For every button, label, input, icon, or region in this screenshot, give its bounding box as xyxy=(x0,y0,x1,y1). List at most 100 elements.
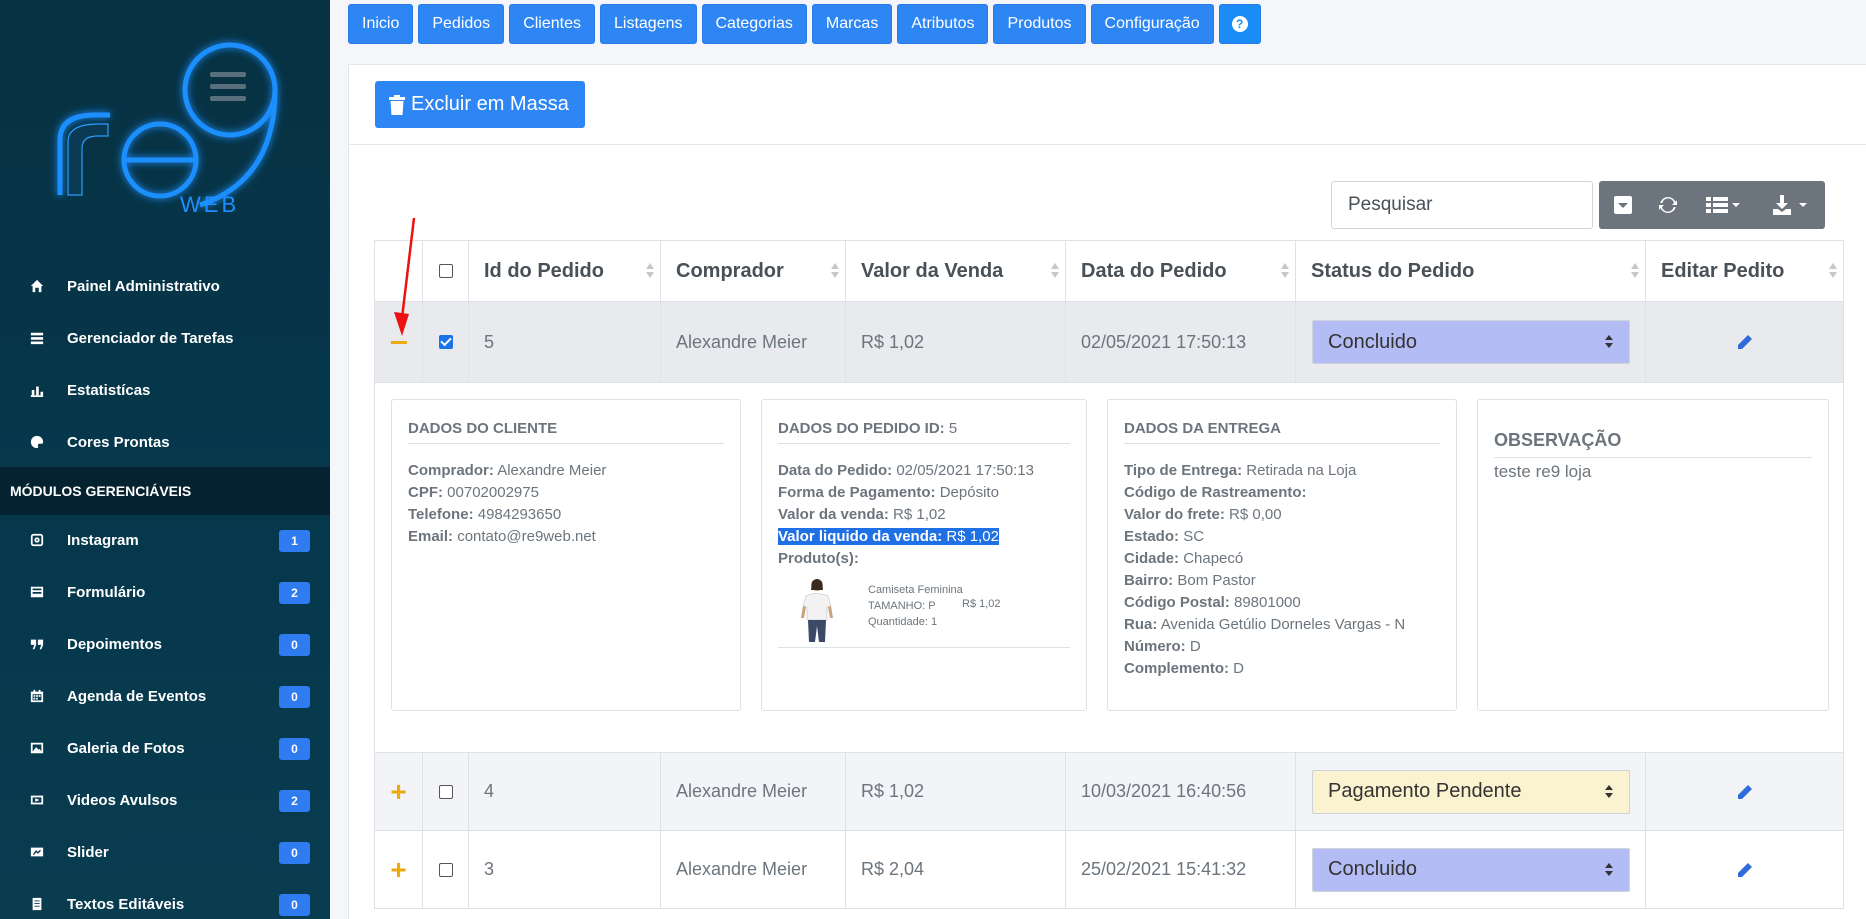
order-detail: DADOS DO CLIENTE Comprador: Alexandre Me… xyxy=(374,383,1844,753)
sidebar-item-textos[interactable]: Textos Editáveis 0 xyxy=(0,884,330,919)
expand-toggle[interactable]: + xyxy=(375,831,423,908)
sidebar-item-cores[interactable]: Cores Prontas xyxy=(0,422,330,462)
product-size: TAMANHO: P xyxy=(868,600,936,612)
header-edit[interactable]: Editar Pedito xyxy=(1646,241,1843,301)
detail-line: Valor da venda: R$ 1,02 xyxy=(778,506,946,523)
search-input[interactable] xyxy=(1331,181,1593,229)
nav-categorias[interactable]: Categorias xyxy=(701,4,807,44)
table-row[interactable]: 5 Alexandre Meier R$ 1,02 02/05/2021 17:… xyxy=(374,302,1844,383)
detail-line: Rua: Avenida Getúlio Dorneles Vargas - N xyxy=(1124,616,1406,633)
status-select[interactable]: Concluido xyxy=(1312,847,1630,892)
plus-icon: + xyxy=(390,853,407,885)
pencil-icon[interactable] xyxy=(1737,784,1753,800)
count-badge: 2 xyxy=(279,790,310,812)
detail-line: Forma de Pagamento: Depósito xyxy=(778,484,999,501)
sort-icon xyxy=(1631,263,1639,279)
header-id[interactable]: Id do Pedido xyxy=(469,241,661,301)
order-id: 4 xyxy=(469,753,661,830)
sidebar-item-label: Instagram xyxy=(67,531,139,549)
sidebar-item-videos[interactable]: Videos Avulsos 2 xyxy=(0,780,330,820)
table-row[interactable]: + 4 Alexandre Meier R$ 1,02 10/03/2021 1… xyxy=(374,753,1844,831)
header-value[interactable]: Valor da Venda xyxy=(846,241,1066,301)
nav-produtos[interactable]: Produtos xyxy=(993,4,1086,44)
product-price: R$ 1,02 xyxy=(962,598,1001,610)
table-row[interactable]: + 3 Alexandre Meier R$ 2,04 25/02/2021 1… xyxy=(374,831,1844,909)
pencil-icon[interactable] xyxy=(1737,334,1753,350)
header-label: Data do Pedido xyxy=(1081,259,1227,282)
sidebar: WEB Painel Administrativo Gerenciador de… xyxy=(0,0,330,919)
detail-line: Email: contato@re9web.net xyxy=(408,528,596,545)
row-checkbox[interactable] xyxy=(438,862,453,877)
nav-listagens[interactable]: Listagens xyxy=(600,4,697,44)
sidebar-item-formulario[interactable]: Formulário 2 xyxy=(0,572,330,612)
nav-clientes[interactable]: Clientes xyxy=(509,4,595,44)
nav-configuracao[interactable]: Configuração xyxy=(1090,4,1214,44)
header-date[interactable]: Data do Pedido xyxy=(1066,241,1296,301)
detail-line: Estado: SC xyxy=(1124,528,1205,545)
table-toolbar xyxy=(1599,181,1825,229)
expand-toggle[interactable]: + xyxy=(375,753,423,830)
status-cell: Pagamento Pendente xyxy=(1296,753,1646,830)
select-all-checkbox[interactable] xyxy=(438,264,453,278)
minus-icon xyxy=(390,340,407,344)
svg-text:WEB: WEB xyxy=(180,192,239,217)
quote-icon xyxy=(29,636,45,652)
nav-atributos[interactable]: Atributos xyxy=(897,4,989,44)
sidebar-item-galeria[interactable]: Galeria de Fotos 0 xyxy=(0,728,330,768)
count-badge: 2 xyxy=(279,582,310,604)
sidebar-item-agenda[interactable]: Agenda de Eventos 0 xyxy=(0,676,330,716)
sidebar-item-label: Depoimentos xyxy=(67,635,163,653)
sidebar-item-label: Videos Avulsos xyxy=(67,791,178,809)
count-badge: 0 xyxy=(279,738,310,760)
help-button[interactable]: ? xyxy=(1218,4,1261,44)
sale-value: R$ 2,04 xyxy=(846,831,1066,908)
re9-logo[interactable]: WEB xyxy=(40,20,290,230)
columns-icon xyxy=(1706,197,1740,213)
pencil-icon[interactable] xyxy=(1737,862,1753,878)
nav-inicio[interactable]: Inicio xyxy=(348,4,414,44)
header-buyer[interactable]: Comprador xyxy=(661,241,846,301)
refresh-button[interactable] xyxy=(1647,181,1689,229)
status-select[interactable]: Concluido xyxy=(1312,320,1630,364)
mass-delete-button[interactable]: Excluir em Massa xyxy=(375,81,585,128)
edit-cell xyxy=(1646,753,1843,830)
detail-line: Complemento: D xyxy=(1124,660,1245,677)
buyer-name: Alexandre Meier xyxy=(661,302,846,382)
sidebar-item-label: Formulário xyxy=(67,583,146,601)
order-data-title: DADOS DO PEDIDO ID: 5 xyxy=(778,420,1070,444)
caret-square-icon xyxy=(1614,196,1632,214)
export-button[interactable] xyxy=(1757,181,1825,229)
header-status[interactable]: Status do Pedido xyxy=(1296,241,1646,301)
detail-line: Cidade: Chapecó xyxy=(1124,550,1244,567)
columns-button[interactable] xyxy=(1689,181,1757,229)
refresh-icon xyxy=(1659,196,1677,214)
count-badge: 0 xyxy=(279,842,310,864)
row-select-cell xyxy=(423,831,469,908)
detail-line: Bairro: Bom Pastor xyxy=(1124,572,1256,589)
detail-line-highlighted: Valor liquido da venda: R$ 1,02 xyxy=(778,528,999,545)
nav-marcas[interactable]: Marcas xyxy=(811,4,893,44)
status-value: Pagamento Pendente xyxy=(1328,780,1522,802)
product-thumbnail[interactable] xyxy=(794,576,840,642)
status-select[interactable]: Pagamento Pendente xyxy=(1312,769,1630,814)
sidebar-item-slider[interactable]: Slider 0 xyxy=(0,832,330,872)
order-date: 02/05/2021 17:50:13 xyxy=(1066,302,1296,382)
toggle-detail-button[interactable] xyxy=(1599,181,1647,229)
sale-value: R$ 1,02 xyxy=(846,302,1066,382)
chart-icon xyxy=(29,382,45,398)
nav-pedidos[interactable]: Pedidos xyxy=(418,4,505,44)
row-checkbox[interactable] xyxy=(438,784,453,799)
sidebar-item-painel[interactable]: Painel Administrativo xyxy=(0,266,330,306)
edit-cell xyxy=(1646,302,1843,382)
sidebar-item-label: Gerenciador de Tarefas xyxy=(67,329,234,347)
detail-line: Comprador: Alexandre Meier xyxy=(408,462,607,479)
sidebar-item-instagram[interactable]: Instagram 1 xyxy=(0,520,330,560)
sidebar-item-depoimentos[interactable]: Depoimentos 0 xyxy=(0,624,330,664)
status-cell: Concluido xyxy=(1296,302,1646,382)
text-icon xyxy=(29,896,45,912)
sale-value: R$ 1,02 xyxy=(846,753,1066,830)
row-checkbox[interactable] xyxy=(438,335,453,349)
instagram-icon xyxy=(29,532,45,548)
sidebar-item-estatisticas[interactable]: Estatistícas xyxy=(0,370,330,410)
sidebar-item-tarefas[interactable]: Gerenciador de Tarefas xyxy=(0,318,330,358)
